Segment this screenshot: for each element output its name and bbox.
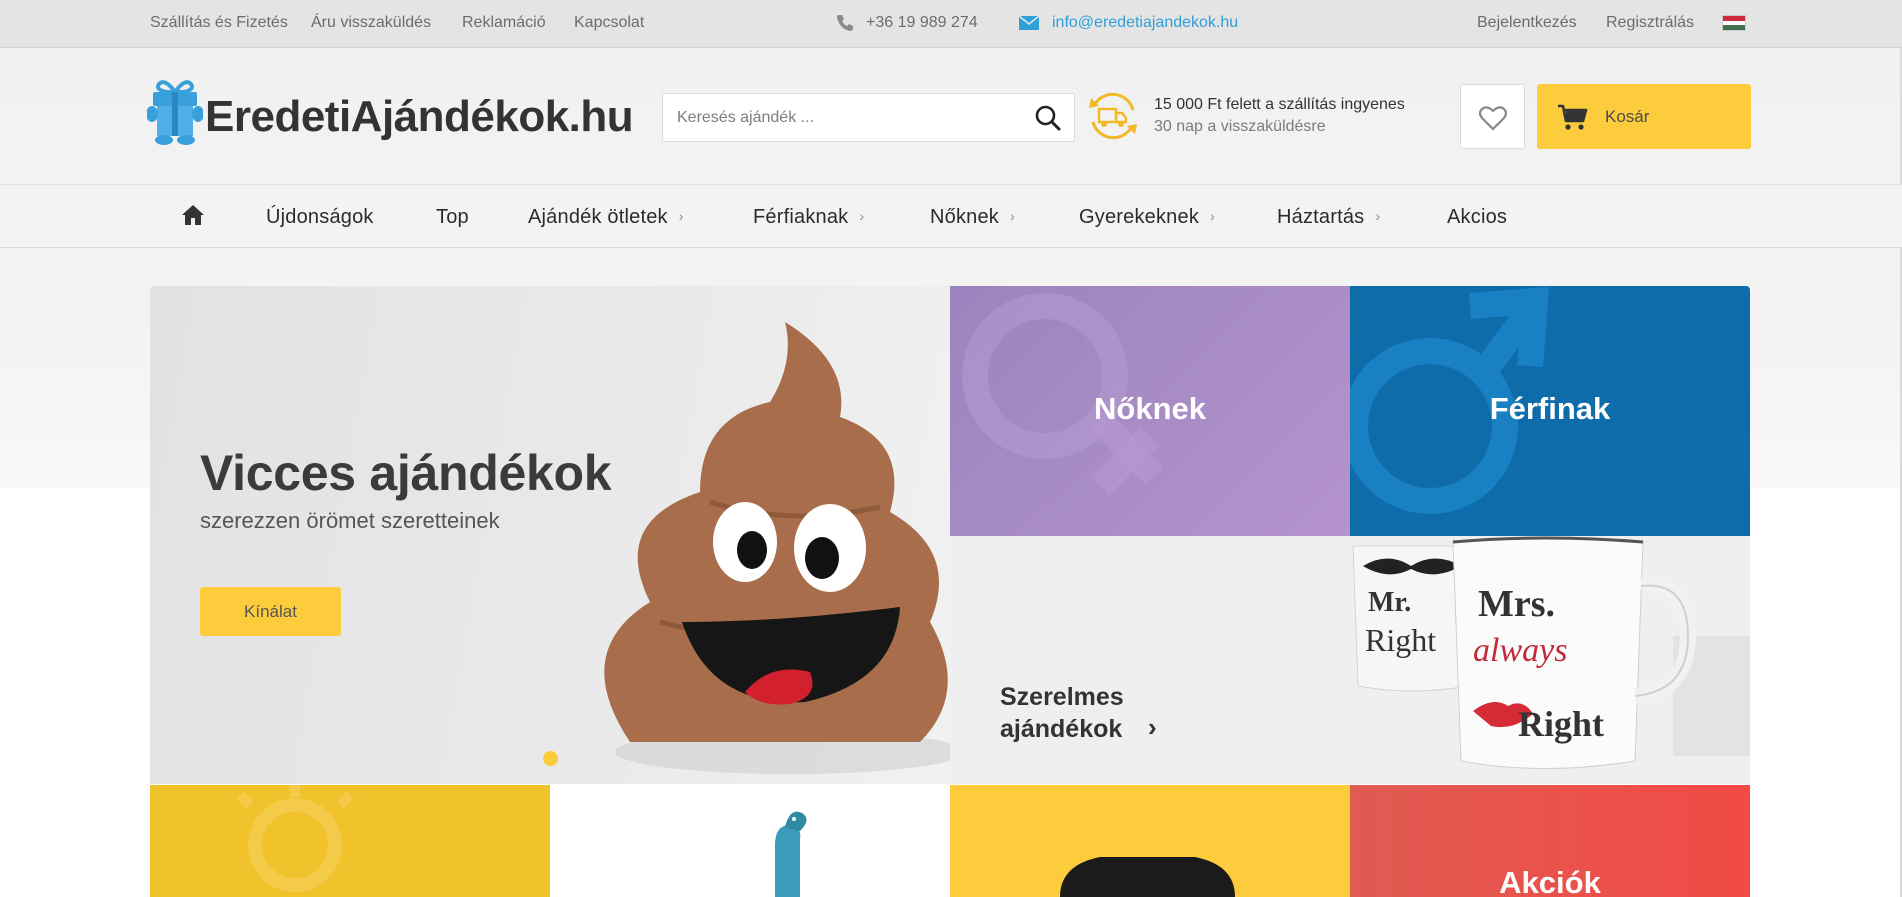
chevron-right-icon: › bbox=[1375, 208, 1381, 224]
home-icon[interactable] bbox=[181, 204, 205, 231]
nav-item-household[interactable]: Háztartás › bbox=[1277, 206, 1380, 229]
gift-icon bbox=[146, 76, 204, 151]
tile-product-nessie[interactable] bbox=[550, 785, 950, 897]
search-icon[interactable] bbox=[1034, 104, 1062, 132]
tile-love-line2: ajándékok bbox=[1000, 715, 1123, 743]
email-icon bbox=[1018, 15, 1040, 36]
link-returns[interactable]: Áru visszaküldés bbox=[311, 14, 431, 32]
tile-men[interactable]: Férfinak bbox=[1350, 286, 1750, 536]
hero-subtitle: szerezzen örömet szeretteinek bbox=[200, 508, 500, 533]
svg-text:always: always bbox=[1473, 632, 1567, 669]
site-logo[interactable]: EredetiAjándékok.hu bbox=[146, 72, 634, 152]
cart-button[interactable]: Kosár bbox=[1537, 84, 1751, 149]
tile-love-title: Szerelmes ajándékok bbox=[1000, 681, 1124, 745]
svg-text:Right: Right bbox=[1518, 704, 1604, 744]
cart-label: Kosár bbox=[1605, 107, 1650, 126]
cart-icon bbox=[1558, 104, 1588, 130]
chevron-right-icon: › bbox=[1010, 208, 1015, 224]
mugs-image: Mr. Right Mrs. always Right bbox=[1352, 536, 1750, 769]
kettlebell-image bbox=[1060, 857, 1235, 897]
tile-love-gifts[interactable]: Mr. Right Mrs. always Right Szerelmes ajá… bbox=[950, 536, 1750, 784]
svg-text:Right: Right bbox=[1365, 622, 1436, 658]
logo-text: EredetiAjándékok.hu bbox=[205, 92, 634, 141]
nav-item-label: Top bbox=[436, 206, 469, 228]
tile-men-title: Férfinak bbox=[1489, 391, 1611, 426]
search-box bbox=[662, 93, 1075, 142]
nav-item-label: Nőknek bbox=[930, 206, 1000, 228]
nav-item-new[interactable]: Újdonságok bbox=[266, 206, 374, 229]
delivery-truck-icon bbox=[1085, 88, 1141, 149]
top-bar: Szállítás és Fizetés Áru visszaküldés Re… bbox=[0, 0, 1902, 48]
tile-love-line1: Szerelmes bbox=[1000, 683, 1124, 711]
heart-icon bbox=[1479, 106, 1507, 131]
page: Szállítás és Fizetés Áru visszaküldés Re… bbox=[0, 0, 1902, 897]
nav-item-women[interactable]: Nőknek › bbox=[930, 206, 1015, 229]
nav-item-label: Háztartás bbox=[1277, 206, 1365, 228]
nav-item-label: Ajándék ötletek bbox=[528, 206, 668, 228]
tile-women-title: Nőknek bbox=[1094, 391, 1206, 426]
hero-slider[interactable]: Vicces ajándékok szerezzen örömet szeret… bbox=[150, 286, 950, 784]
tile-women[interactable]: Nőknek bbox=[950, 286, 1350, 536]
tile-yellow-promo[interactable] bbox=[150, 785, 550, 897]
poop-pillow-image bbox=[604, 322, 950, 774]
nav-item-label: Akcios bbox=[1447, 206, 1508, 228]
search-input[interactable] bbox=[677, 106, 1017, 130]
nessie-ladle-image bbox=[775, 811, 807, 897]
hero-title: Vicces ajándékok bbox=[200, 445, 612, 501]
register-link[interactable]: Regisztrálás bbox=[1606, 14, 1694, 32]
link-contact[interactable]: Kapcsolat bbox=[574, 14, 644, 32]
chevron-right-icon: › bbox=[678, 208, 684, 224]
nav-item-kids[interactable]: Gyerekeknek › bbox=[1079, 206, 1215, 229]
slider-dot[interactable] bbox=[543, 751, 558, 766]
chevron-right-icon: › bbox=[859, 208, 865, 224]
nav-item-gift-ideas[interactable]: Ajándék ötletek › bbox=[528, 206, 684, 229]
phone-icon bbox=[835, 13, 855, 38]
wishlist-button[interactable] bbox=[1460, 84, 1525, 149]
main-nav: Újdonságok Top Ajándék ötletek › Férfiakn… bbox=[0, 184, 1902, 248]
email-link[interactable]: info@eredetiajandekok.hu bbox=[1052, 14, 1238, 32]
link-shipping-payment[interactable]: Szállítás és Fizetés bbox=[150, 14, 288, 32]
nav-item-label: Férfiaknak bbox=[753, 206, 849, 228]
svg-text:Mr.: Mr. bbox=[1368, 587, 1411, 618]
hungarian-flag-icon[interactable] bbox=[1722, 15, 1746, 31]
tile-sale[interactable]: Akciók bbox=[1350, 785, 1750, 897]
offer-button[interactable]: Kínálat bbox=[200, 587, 341, 636]
nav-item-label: Gyerekeknek bbox=[1079, 206, 1200, 228]
free-shipping-text: 15 000 Ft felett a szállítás ingyenes bbox=[1154, 96, 1405, 113]
nav-item-label: Újdonságok bbox=[266, 206, 374, 228]
nav-item-men[interactable]: Férfiaknak › bbox=[753, 206, 864, 229]
tile-yellow-product[interactable] bbox=[950, 785, 1350, 897]
chevron-right-icon: › bbox=[1148, 712, 1157, 742]
link-complaints[interactable]: Reklamáció bbox=[462, 14, 546, 32]
svg-text:Mrs.: Mrs. bbox=[1478, 583, 1555, 625]
login-link[interactable]: Bejelentkezés bbox=[1477, 14, 1577, 32]
nav-item-top[interactable]: Top bbox=[436, 206, 469, 229]
nav-item-sale[interactable]: Akcios bbox=[1447, 206, 1507, 229]
chevron-right-icon: › bbox=[1210, 208, 1215, 224]
tile-sale-title: Akciók bbox=[1499, 865, 1601, 897]
sun-decoration-icon bbox=[236, 785, 354, 892]
phone-number[interactable]: +36 19 989 274 bbox=[866, 14, 978, 32]
return-period-text: 30 nap a visszaküldésre bbox=[1154, 118, 1326, 135]
